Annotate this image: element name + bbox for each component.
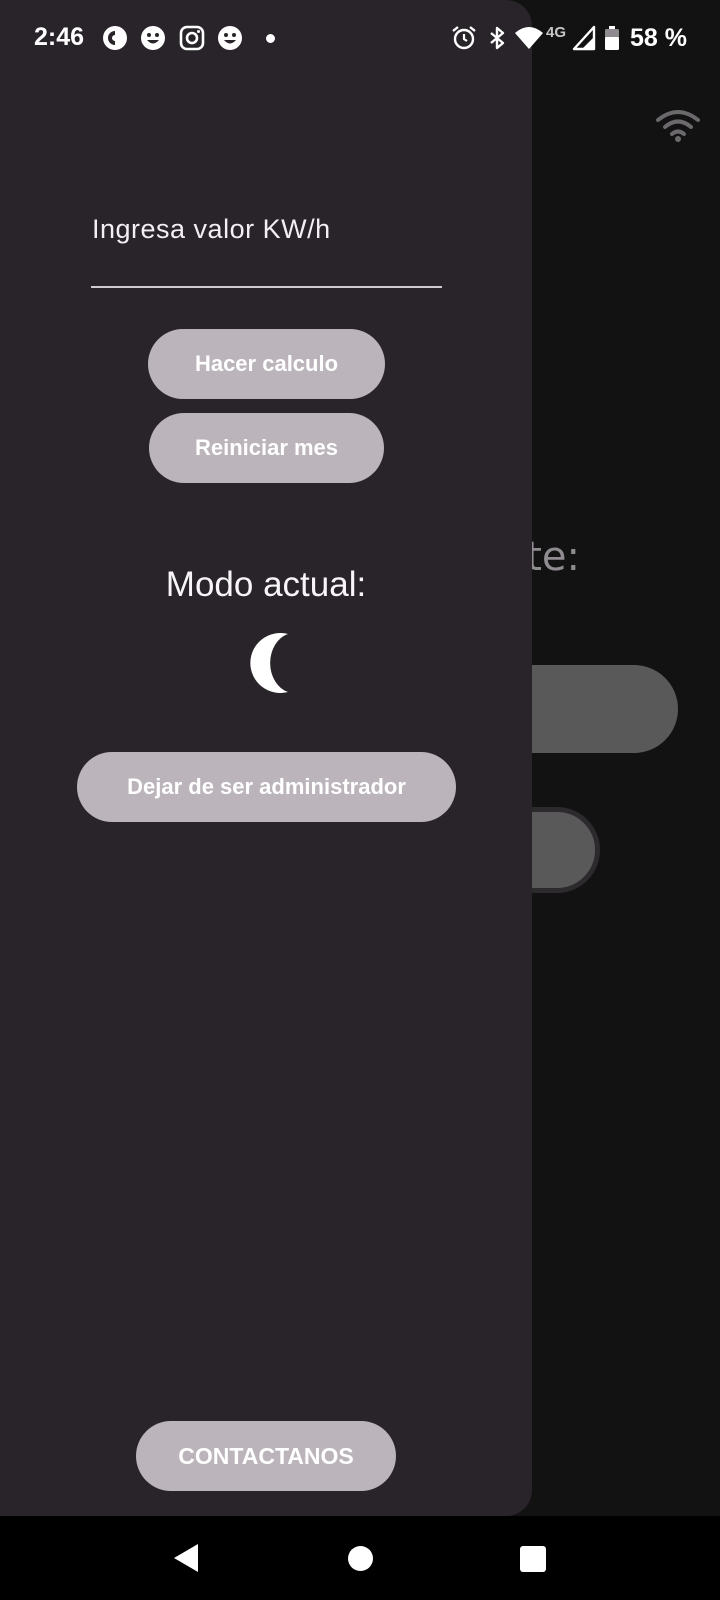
instagram-icon <box>179 25 205 51</box>
kwh-input-field[interactable]: Ingresa valor KW/h <box>91 200 442 288</box>
calculate-button[interactable]: Hacer calculo <box>148 329 385 399</box>
navigation-bar <box>0 1516 720 1600</box>
status-time: 2:46 <box>34 23 85 51</box>
recent-apps-icon[interactable] <box>520 1546 546 1572</box>
reset-month-button[interactable]: Reiniciar mes <box>149 413 384 483</box>
back-icon[interactable] <box>172 1542 200 1574</box>
contact-button[interactable]: CONTACTANOS <box>136 1421 396 1491</box>
alarm-icon <box>452 26 476 50</box>
sync-icon <box>103 26 127 50</box>
face-icon <box>141 26 165 50</box>
mode-title: Modo actual: <box>165 565 367 604</box>
dot-icon <box>266 34 275 43</box>
battery-icon <box>605 26 619 50</box>
signal-icon <box>572 25 596 51</box>
wifi-icon <box>515 27 543 49</box>
home-icon[interactable] <box>348 1546 373 1571</box>
leave-admin-button[interactable]: Dejar de ser administrador <box>77 752 456 822</box>
status-bar: 2:46 4G 58 % <box>0 0 720 78</box>
battery-percent: 58 % <box>630 24 687 52</box>
screen: te: Ingresa valor KW/h Hacer calculo Rei… <box>0 0 720 1600</box>
face-icon <box>218 26 242 50</box>
wifi-icon[interactable] <box>656 108 700 142</box>
navigation-drawer: Ingresa valor KW/h Hacer calculo Reinici… <box>0 0 532 1516</box>
moon-icon[interactable] <box>242 632 302 694</box>
network-type: 4G <box>546 24 567 41</box>
bluetooth-icon <box>490 26 505 50</box>
kwh-input-label: Ingresa valor KW/h <box>92 214 331 244</box>
